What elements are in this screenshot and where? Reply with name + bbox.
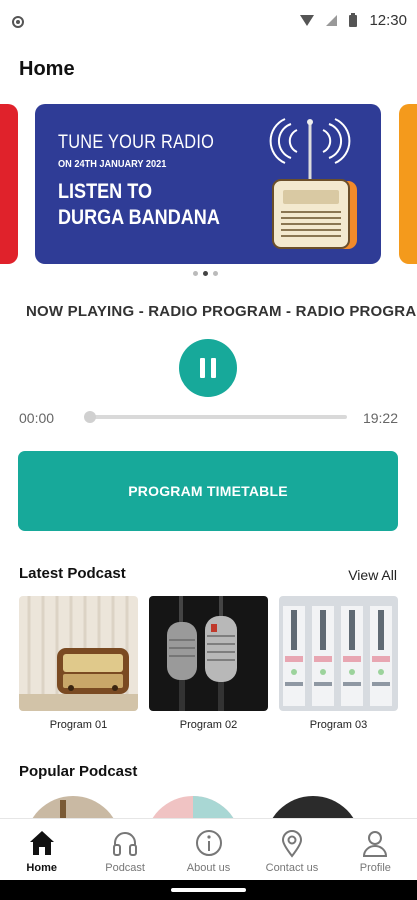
nav-label: Profile bbox=[359, 862, 391, 874]
carousel-indicator bbox=[193, 271, 218, 276]
podcast-card[interactable]: Program 02 bbox=[149, 596, 268, 731]
program-timetable-button[interactable]: PROGRAM TIMETABLE bbox=[18, 451, 398, 531]
nav-label: About us bbox=[186, 862, 231, 874]
pause-button[interactable] bbox=[179, 339, 237, 397]
elapsed-time: 00:00 bbox=[19, 410, 55, 426]
carousel-prev-banner[interactable] bbox=[0, 104, 18, 264]
nav-item-profile[interactable]: Profile bbox=[334, 819, 417, 880]
podcast-title: Program 03 bbox=[309, 719, 368, 731]
podcast-thumbnail bbox=[149, 596, 268, 711]
podcast-title: Program 02 bbox=[179, 719, 238, 731]
home-indicator[interactable] bbox=[171, 888, 246, 892]
home-icon bbox=[29, 831, 54, 855]
nav-label: Podcast bbox=[105, 862, 145, 874]
carousel-dot[interactable] bbox=[193, 271, 198, 276]
latest-podcast-heading: Latest Podcast bbox=[19, 565, 126, 582]
nav-item-home[interactable]: Home bbox=[0, 819, 83, 880]
nav-item-about[interactable]: About us bbox=[167, 819, 250, 880]
nav-label: Contact us bbox=[265, 862, 319, 874]
podcast-thumbnail bbox=[19, 596, 138, 711]
user-icon bbox=[363, 831, 388, 857]
carousel-banner[interactable]: TUNE YOUR RADIO ON 24TH JANUARY 2021 LIS… bbox=[35, 104, 381, 264]
page-title: Home bbox=[19, 58, 75, 80]
nav-item-contact[interactable]: Contact us bbox=[250, 819, 333, 880]
info-icon bbox=[195, 830, 222, 856]
carousel-next-banner[interactable] bbox=[399, 104, 417, 264]
banner-title-line1: LISTEN TO bbox=[58, 180, 152, 203]
podcast-thumbnail bbox=[279, 596, 398, 711]
battery-icon bbox=[349, 12, 358, 27]
pause-icon-bar bbox=[211, 358, 216, 378]
nav-item-podcast[interactable]: Podcast bbox=[83, 819, 166, 880]
system-gesture-bar bbox=[0, 880, 417, 900]
popular-podcast-heading: Popular Podcast bbox=[19, 763, 138, 780]
bottom-nav: Home Podcast About us Contact us Profile bbox=[0, 818, 417, 880]
podcast-card[interactable]: Program 03 bbox=[279, 596, 398, 731]
now-playing-marquee: NOW PLAYING - RADIO PROGRAM - RADIO PROG… bbox=[26, 303, 417, 320]
banner-date: ON 24TH JANUARY 2021 bbox=[58, 159, 167, 170]
popular-podcast-list[interactable] bbox=[0, 794, 417, 818]
carousel-dot[interactable] bbox=[213, 271, 218, 276]
status-time: 12:30 bbox=[369, 12, 407, 29]
carousel-dot-active[interactable] bbox=[203, 271, 208, 276]
notification-icon bbox=[12, 16, 24, 28]
headphones-icon bbox=[113, 832, 138, 856]
banner-title-line2: DURGA BANDANA bbox=[58, 206, 220, 229]
signal-icon bbox=[326, 15, 338, 26]
progress-thumb[interactable] bbox=[84, 411, 96, 423]
podcast-title: Program 01 bbox=[49, 719, 108, 731]
podcast-card[interactable]: Program 01 bbox=[19, 596, 138, 731]
nav-label: Home bbox=[26, 862, 57, 874]
wifi-icon bbox=[300, 15, 315, 26]
radio-illustration bbox=[269, 118, 357, 249]
view-all-link[interactable]: View All bbox=[348, 567, 397, 583]
location-pin-icon bbox=[281, 830, 302, 858]
duration-time: 19:22 bbox=[362, 410, 398, 426]
status-bar: 12:30 bbox=[0, 0, 417, 44]
banner-headline: TUNE YOUR RADIO bbox=[58, 132, 215, 153]
pause-icon bbox=[200, 358, 205, 378]
progress-slider[interactable] bbox=[84, 411, 347, 423]
